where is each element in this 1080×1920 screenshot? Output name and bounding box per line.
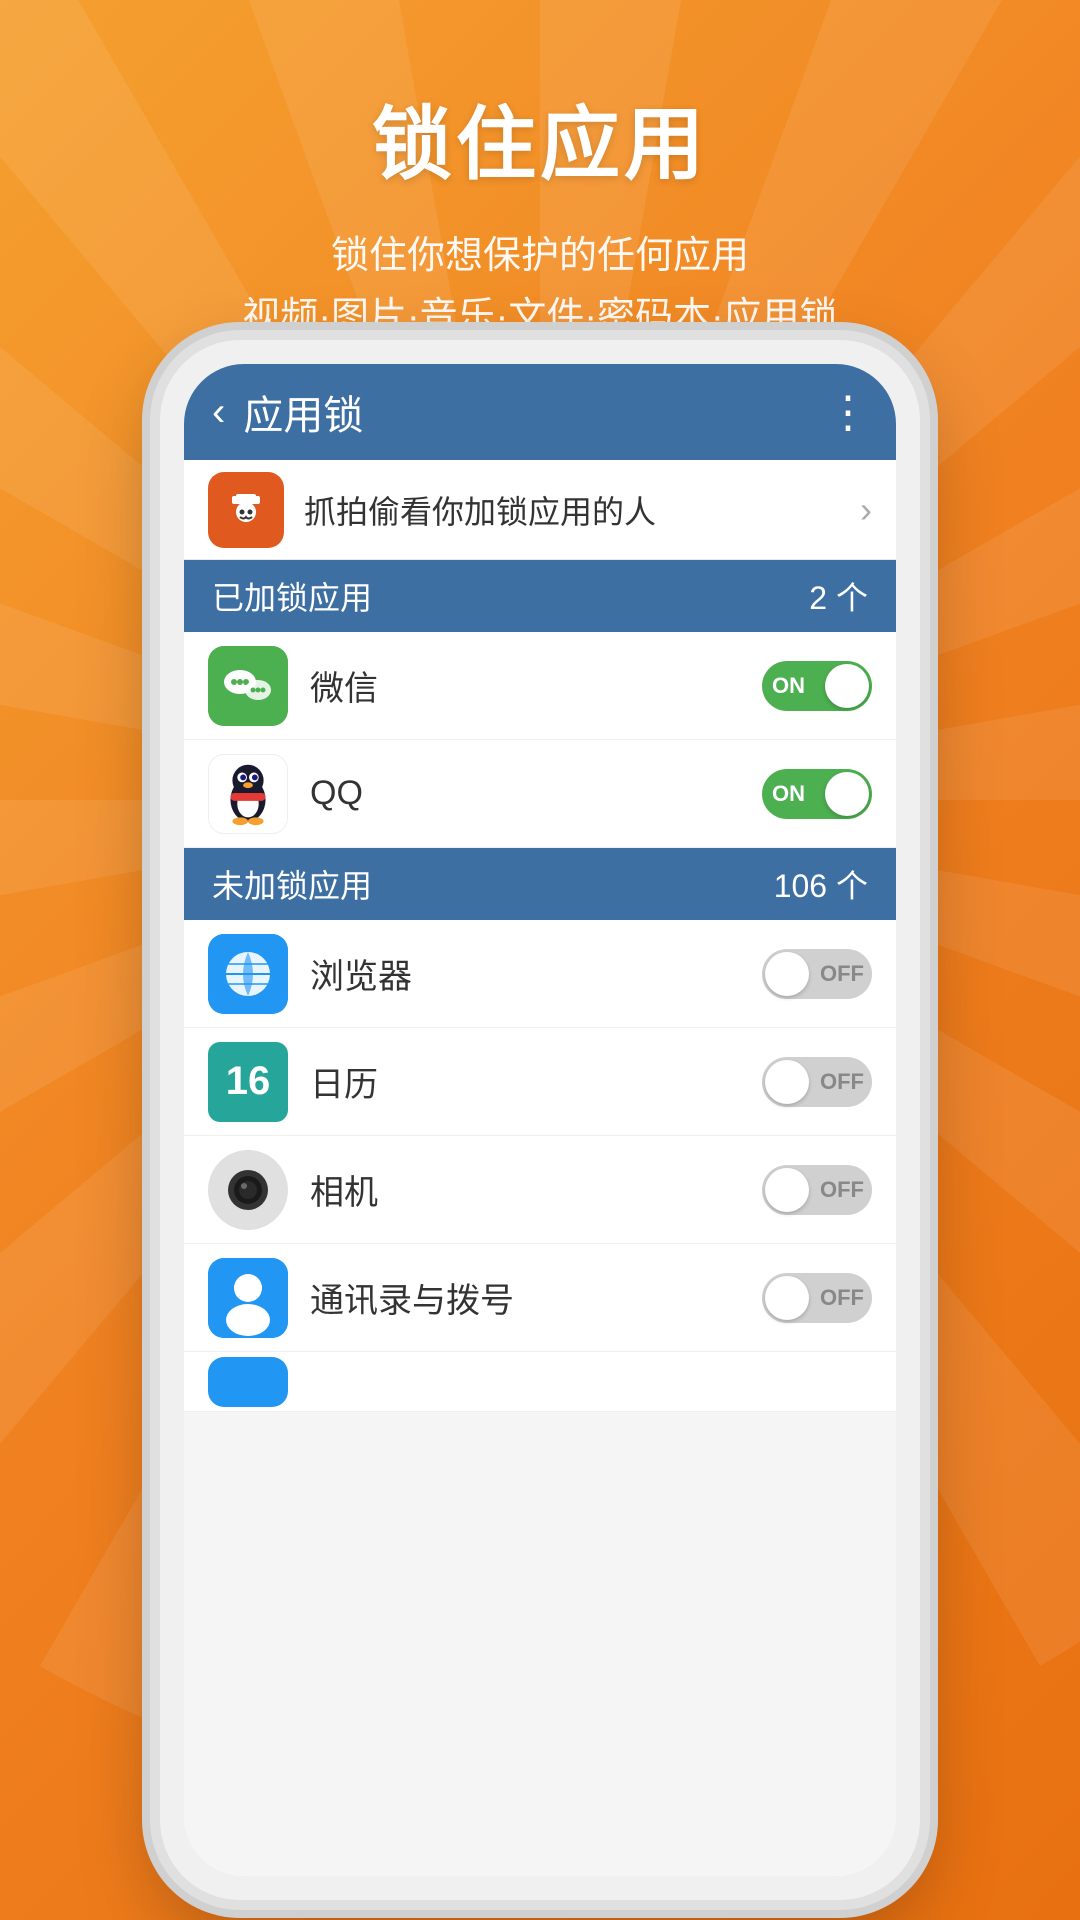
calendar-row: 16 日历 OFF [184,1028,896,1136]
camera-toggle[interactable]: OFF [762,1165,872,1215]
camera-name: 相机 [310,1165,762,1214]
wechat-name: 微信 [310,661,762,710]
more-button[interactable]: ⋮ [826,387,868,438]
browser-row: 浏览器 OFF [184,920,896,1028]
browser-toggle-knob [765,952,809,996]
contacts-toggle[interactable]: OFF [762,1273,872,1323]
browser-icon [208,934,288,1014]
main-title: 锁住应用 [0,80,1080,196]
spy-text: 抓拍偷看你加锁应用的人 [304,487,860,533]
calendar-toggle[interactable]: OFF [762,1057,872,1107]
contacts-name: 通讯录与拨号 [310,1273,762,1322]
spy-chevron: › [860,489,872,531]
calendar-toggle-label: OFF [820,1069,864,1095]
qq-row: QQ ON [184,740,896,848]
back-button[interactable]: ‹ [212,390,225,435]
camera-icon [208,1150,288,1230]
contacts-toggle-knob [765,1276,809,1320]
browser-toggle-label: OFF [820,961,864,987]
wechat-toggle-knob [825,664,869,708]
browser-name: 浏览器 [310,949,762,998]
locked-section-header: 已加锁应用 2 个 [184,560,896,632]
phone-shell: ‹ 应用锁 ⋮ [160,340,920,1900]
wechat-icon [208,646,288,726]
qq-toggle-label: ON [772,781,805,807]
spy-row[interactable]: 抓拍偷看你加锁应用的人 › [184,460,896,560]
camera-toggle-knob [765,1168,809,1212]
app-bar-title: 应用锁 [243,383,826,441]
calendar-icon: 16 [208,1042,288,1122]
qq-name: QQ [310,774,762,813]
wechat-row: 微信 ON [184,632,896,740]
calendar-toggle-knob [765,1060,809,1104]
qq-icon [208,754,288,834]
subtitle-2: 视频·图片·音乐·文件·密码本·应用锁 [0,287,1080,348]
app-bar: ‹ 应用锁 ⋮ [184,364,896,460]
contacts-row: 通讯录与拨号 OFF [184,1244,896,1352]
wechat-toggle-label: ON [772,673,805,699]
qq-toggle-knob [825,772,869,816]
calendar-name: 日历 [310,1057,762,1106]
unlocked-section-title: 未加锁应用 [212,861,774,907]
header-section: 锁住应用 锁住你想保护的任何应用 视频·图片·音乐·文件·密码本·应用锁 [0,0,1080,348]
phone-container: ‹ 应用锁 ⋮ [160,340,920,1900]
subtitle-1: 锁住你想保护的任何应用 [0,226,1080,287]
wechat-toggle[interactable]: ON [762,661,872,711]
camera-row: 相机 OFF [184,1136,896,1244]
partial-row [184,1352,896,1412]
unlocked-section-count: 106 个 [774,861,868,907]
unlocked-section-header: 未加锁应用 106 个 [184,848,896,920]
phone-screen: ‹ 应用锁 ⋮ [184,364,896,1876]
contacts-icon [208,1258,288,1338]
contacts-toggle-label: OFF [820,1285,864,1311]
qq-toggle[interactable]: ON [762,769,872,819]
locked-section-title: 已加锁应用 [212,573,809,619]
browser-toggle[interactable]: OFF [762,949,872,999]
camera-toggle-label: OFF [820,1177,864,1203]
locked-section-count: 2 个 [809,573,868,619]
phone-inner: ‹ 应用锁 ⋮ [184,364,896,1876]
spy-icon [208,472,284,548]
